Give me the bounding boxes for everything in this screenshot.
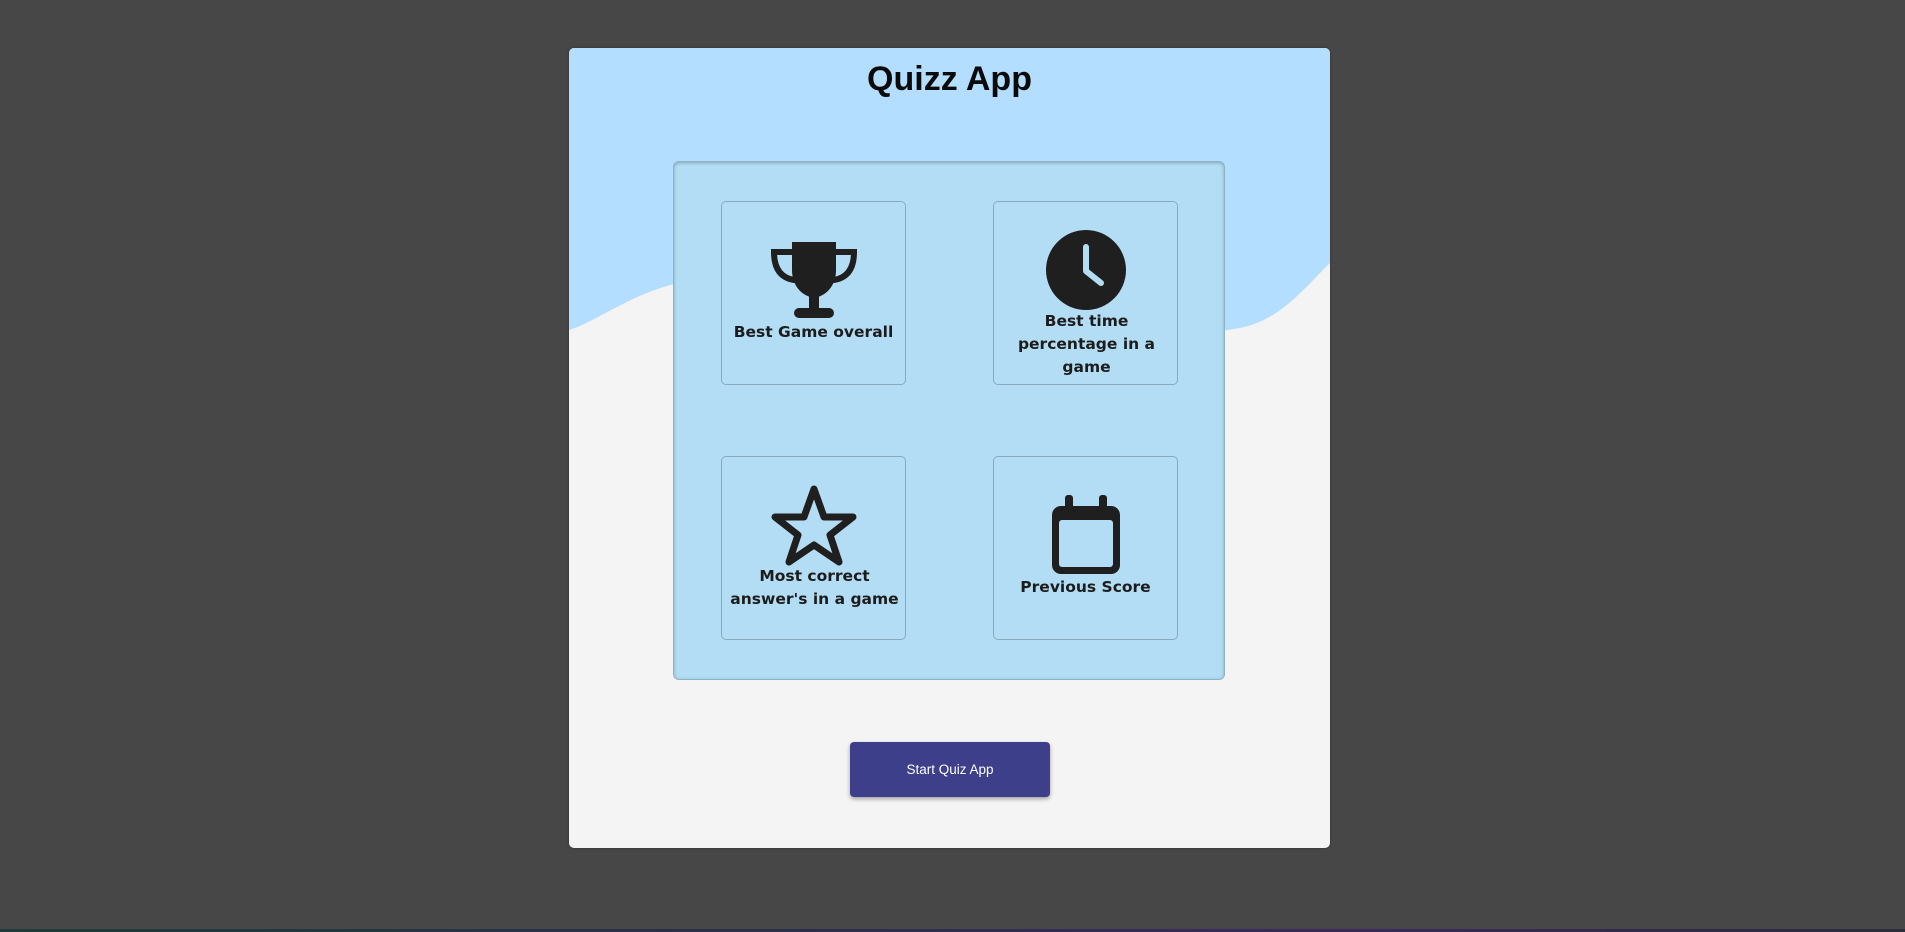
clock-icon (1045, 230, 1126, 310)
stat-tile-best-time[interactable]: Best time percentage in a game (993, 201, 1178, 385)
stat-tile-best-game[interactable]: Best Game overall (721, 201, 906, 385)
tile-label: Best Game overall (733, 323, 894, 341)
quiz-card: Quizz App Best Game overall Best time pe… (569, 48, 1330, 848)
trophy-icon (770, 242, 857, 318)
stats-panel: Best Game overall Best time percentage i… (673, 161, 1225, 680)
tile-label: Previous Score (1020, 578, 1151, 596)
star-icon (771, 485, 856, 566)
calendar-icon (1051, 495, 1120, 574)
stat-tile-previous-score[interactable]: Previous Score (993, 456, 1178, 640)
tile-label: Best time percentage in a game (1017, 312, 1156, 376)
start-quiz-button[interactable]: Start Quiz App (850, 742, 1050, 797)
page-title: Quizz App (867, 60, 1032, 98)
stat-tile-most-correct[interactable]: Most correct answer's in a game (721, 456, 906, 640)
tile-label: Most correct answer's in a game (730, 567, 899, 608)
